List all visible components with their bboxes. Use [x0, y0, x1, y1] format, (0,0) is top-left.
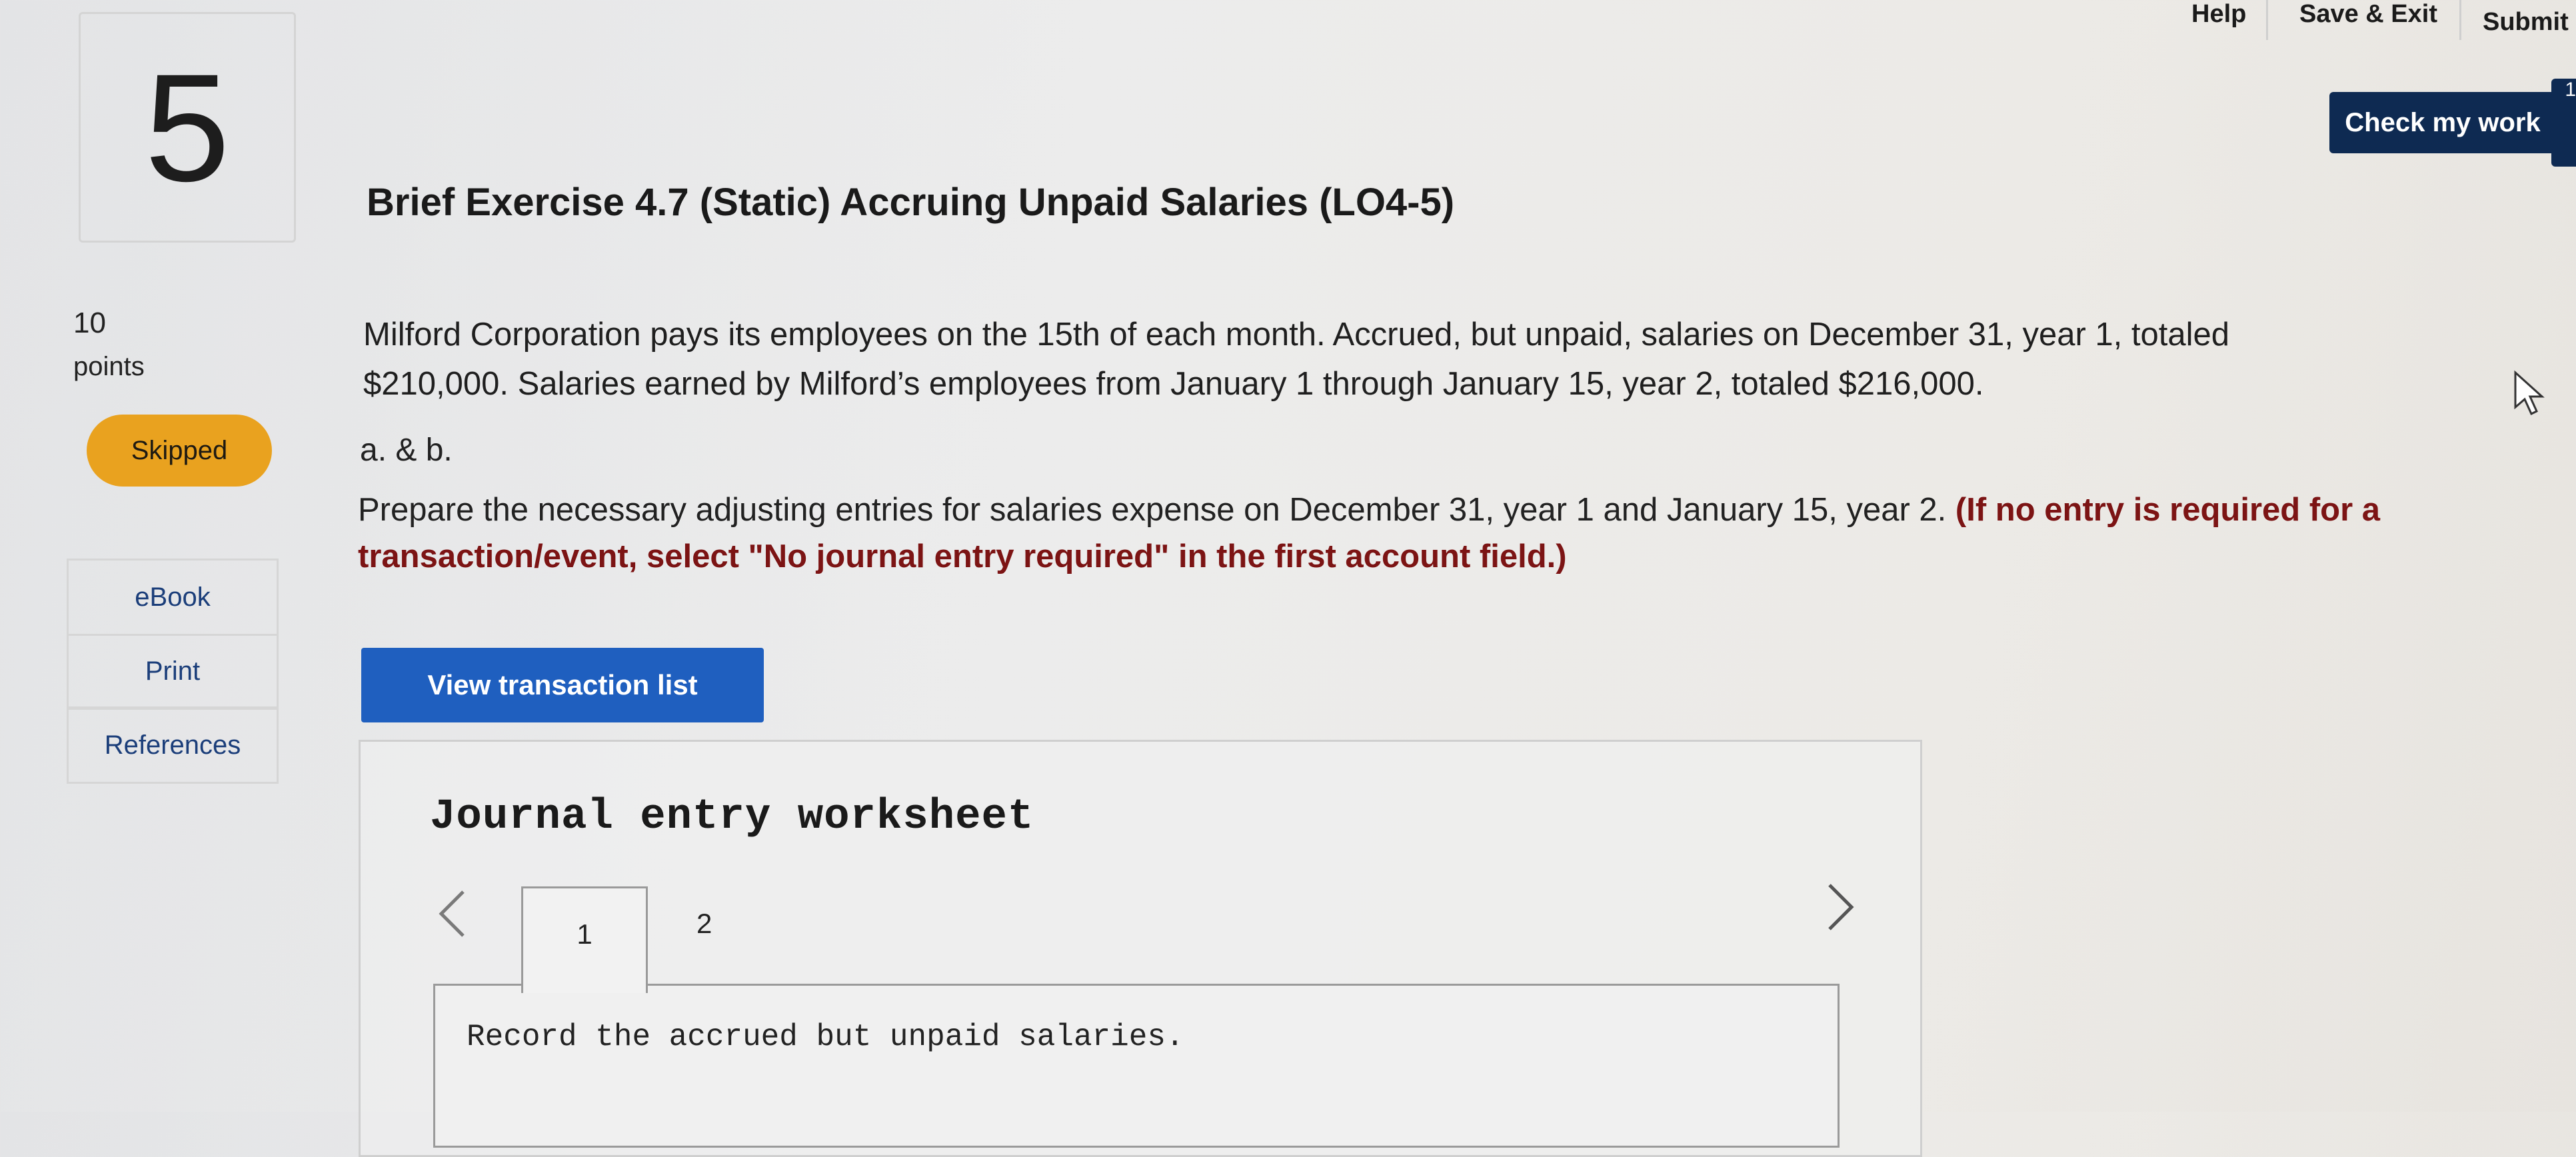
problem-text-line-2: $210,000. Salaries earned by Milford’s e…: [363, 366, 1984, 402]
divider: [2266, 0, 2268, 40]
chevron-left-icon-svg: [439, 890, 465, 937]
problem-text-line-1: Milford Corporation pays its employees o…: [363, 317, 2230, 353]
view-transaction-list-button[interactable]: View transaction list: [361, 648, 764, 722]
divider: [2459, 0, 2461, 40]
submit-link[interactable]: Submit: [2483, 8, 2569, 37]
references-link[interactable]: References: [67, 706, 279, 784]
badge-count: 1: [2565, 79, 2576, 101]
worksheet-tab-1[interactable]: 1: [521, 886, 648, 993]
chevron-left-icon[interactable]: [433, 884, 473, 956]
question-number-box: 5: [79, 12, 296, 243]
instructions: Prepare the necessary adjusting entries …: [358, 487, 2491, 580]
points-value: 10: [73, 307, 106, 339]
help-link[interactable]: Help: [2191, 0, 2246, 29]
print-link[interactable]: Print: [67, 634, 279, 710]
worksheet-title: Journal entry worksheet: [430, 793, 1034, 841]
skipped-status-badge: Skipped: [87, 415, 272, 487]
question-number: 5: [145, 41, 230, 213]
part-label: a. & b.: [360, 433, 453, 468]
instruction-text: Prepare the necessary adjusting entries …: [358, 492, 1947, 528]
mouse-cursor-icon: [2513, 370, 2546, 420]
entry-panel: [433, 984, 1840, 1148]
worksheet-tab-2[interactable]: 2: [696, 908, 712, 940]
question-title: Brief Exercise 4.7 (Static) Accruing Unp…: [367, 181, 1455, 224]
check-my-work-button[interactable]: Check my work: [2329, 92, 2556, 153]
points-label: points: [73, 352, 145, 381]
check-count-badge: 1: [2551, 79, 2576, 167]
mouse-cursor-svg: [2514, 370, 2545, 416]
ebook-link[interactable]: eBook: [67, 559, 279, 636]
save-exit-link[interactable]: Save & Exit: [2299, 0, 2437, 29]
chevron-right-icon[interactable]: [1820, 877, 1860, 950]
chevron-right-icon-svg: [1828, 884, 1854, 930]
record-instruction: Record the accrued but unpaid salaries.: [467, 1020, 1184, 1054]
